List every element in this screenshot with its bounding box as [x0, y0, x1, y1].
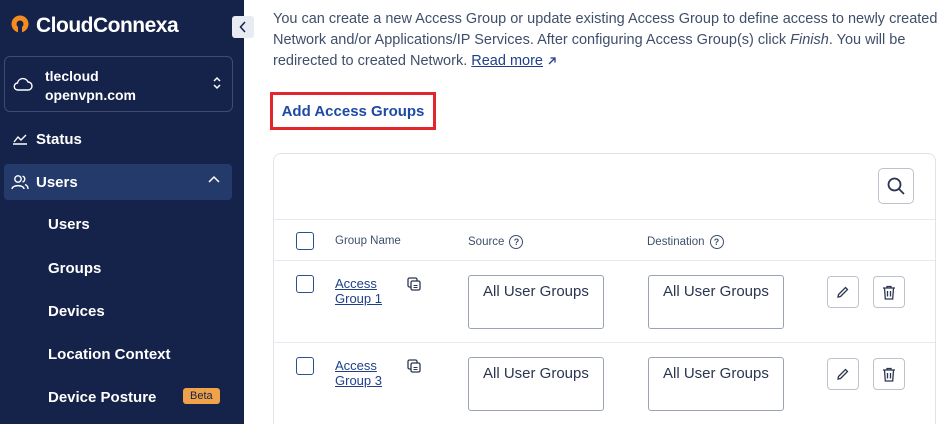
column-header-destination: Destination? [647, 235, 724, 249]
delete-button[interactable] [873, 276, 905, 308]
beta-badge: Beta [183, 388, 220, 404]
table-row: Access Group 3 All User Groups All User … [274, 343, 935, 424]
cloud-icon [13, 77, 33, 91]
trash-icon [883, 367, 895, 382]
delete-button[interactable] [873, 358, 905, 390]
source-value: All User Groups [468, 357, 604, 411]
access-groups-table: Group Name Source? Destination? Access G… [273, 153, 936, 424]
destination-value: All User Groups [648, 357, 784, 411]
sidebar-subitem-device-posture[interactable]: Device Posture [48, 389, 156, 406]
account-switcher[interactable]: tlecloud openvpn.com [4, 56, 233, 112]
collapse-sidebar-button[interactable] [232, 16, 254, 38]
group-name-link[interactable]: Access Group 1 [335, 276, 395, 306]
sidebar-item-users[interactable]: Users [4, 164, 232, 200]
destination-value: All User Groups [648, 275, 784, 329]
source-header-label: Source [468, 236, 505, 249]
sidebar-item-label: Status [36, 130, 82, 148]
sidebar: CloudConnexa tlecloud openvpn.com Status [0, 0, 244, 424]
column-header-source: Source? [468, 235, 524, 249]
sidebar-item-label: Users [36, 173, 78, 191]
chart-line-icon [13, 134, 27, 145]
row-checkbox[interactable] [296, 275, 314, 293]
select-all-checkbox[interactable] [296, 232, 314, 250]
copy-icon[interactable] [407, 277, 421, 291]
table-header: Group Name Source? Destination? [274, 219, 935, 261]
external-link-icon [548, 57, 556, 65]
help-icon[interactable]: ? [709, 235, 724, 249]
destination-header-label: Destination [647, 236, 705, 249]
sidebar-subitem-devices[interactable]: Devices [48, 303, 105, 320]
search-button[interactable] [878, 168, 914, 204]
sidebar-subitem-location-context[interactable]: Location Context [48, 346, 171, 363]
logo[interactable]: CloudConnexa [10, 14, 179, 38]
help-icon[interactable]: ? [509, 235, 524, 249]
intro-text: You can create a new Access Group or upd… [273, 9, 938, 72]
chevron-up-icon [208, 175, 220, 183]
sidebar-subitem-users[interactable]: Users [48, 216, 90, 233]
chevron-up-down-icon [213, 76, 221, 90]
read-more-label: Read more [471, 53, 543, 69]
sidebar-subitem-groups[interactable]: Groups [48, 260, 101, 277]
intro-finish: Finish [790, 32, 829, 48]
pencil-icon [837, 368, 849, 380]
source-value: All User Groups [468, 275, 604, 329]
group-name-link[interactable]: Access Group 3 [335, 358, 395, 388]
users-icon [11, 175, 29, 190]
logo-text: CloudConnexa [36, 14, 179, 37]
column-header-group-name: Group Name [335, 235, 401, 247]
table-row: Access Group 1 All User Groups All User … [274, 261, 935, 343]
edit-button[interactable] [827, 358, 859, 390]
row-checkbox[interactable] [296, 357, 314, 375]
edit-button[interactable] [827, 276, 859, 308]
sidebar-item-status[interactable]: Status [4, 121, 232, 157]
chevron-left-icon [239, 21, 246, 33]
copy-icon[interactable] [407, 359, 421, 373]
account-domain: openvpn.com [45, 87, 137, 103]
trash-icon [883, 285, 895, 300]
account-name: tlecloud [45, 68, 99, 84]
add-access-groups-button[interactable]: Add Access Groups [270, 92, 436, 130]
pencil-icon [837, 286, 849, 298]
read-more-link[interactable]: Read more [471, 53, 543, 69]
logo-icon [11, 15, 29, 35]
search-icon [887, 177, 905, 195]
